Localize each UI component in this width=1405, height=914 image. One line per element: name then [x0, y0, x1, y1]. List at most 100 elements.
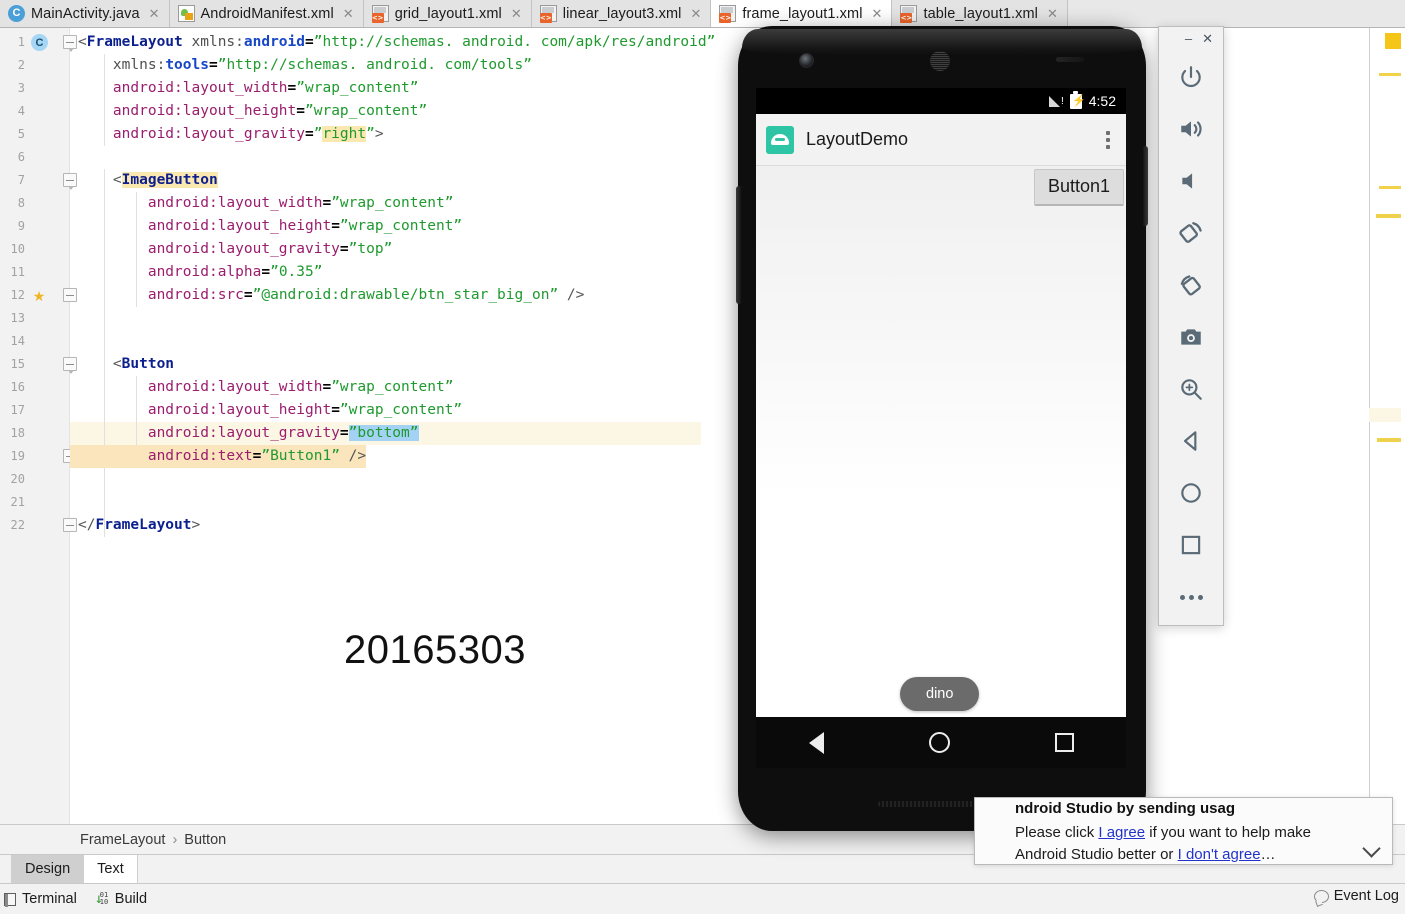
i-agree-link[interactable]: I agree	[1098, 824, 1145, 841]
home-icon[interactable]	[1159, 467, 1223, 519]
back-triangle-icon[interactable]	[808, 731, 824, 754]
marker-square[interactable]	[1385, 33, 1401, 49]
kebab-menu-icon[interactable]	[1106, 130, 1110, 149]
rotate-left-icon[interactable]	[1159, 207, 1223, 259]
volume-down-icon[interactable]	[1159, 155, 1223, 207]
recents-square-icon[interactable]	[1054, 733, 1074, 752]
class-marker-badge[interactable]: C	[31, 34, 48, 51]
minimize-icon[interactable]: –	[1185, 32, 1192, 46]
overview-icon[interactable]	[1159, 519, 1223, 571]
marker-line[interactable]	[1376, 214, 1401, 218]
zoom-icon[interactable]	[1159, 363, 1223, 415]
power-icon[interactable]	[1159, 51, 1223, 103]
button1[interactable]: Button1	[1033, 169, 1124, 206]
line-number: 5	[17, 127, 25, 141]
marker-line[interactable]	[1377, 438, 1401, 442]
line-number: 10	[10, 242, 25, 256]
line-number: 1	[17, 35, 25, 49]
mode-tab-design[interactable]: Design	[12, 855, 85, 883]
line-number: 16	[10, 380, 25, 394]
line-number: 7	[17, 173, 25, 187]
power-side-button[interactable]	[1143, 146, 1148, 226]
back-icon[interactable]	[1159, 415, 1223, 467]
emulator-screen[interactable]: ! ⚡ 4:52 LayoutDemo ★ Button1 dino	[756, 88, 1126, 768]
editor-tab-androidmanifest-xml[interactable]: AndroidManifest.xml ✕	[169, 0, 364, 27]
editor-tab-label: table_layout1.xml	[923, 5, 1038, 22]
emulator-toolbar[interactable]: – ✕	[1158, 26, 1224, 626]
close-icon[interactable]: ✕	[690, 6, 701, 22]
notification-body: Please click I agree if you want to help…	[1015, 822, 1346, 866]
terminal-label: Terminal	[22, 891, 77, 907]
terminal-icon	[4, 892, 16, 907]
event-log-label: Event Log	[1333, 888, 1399, 904]
resource-preview-star-icon[interactable]: ★	[31, 288, 47, 304]
line-number: 22	[10, 518, 25, 532]
line-number: 19	[10, 449, 25, 463]
editor-tab-label: AndroidManifest.xml	[200, 5, 334, 22]
chevron-down-icon[interactable]	[1365, 842, 1382, 852]
speech-bubble-icon	[1313, 889, 1329, 903]
editor-tab-label: frame_layout1.xml	[742, 5, 863, 22]
battery-charging-icon: ⚡	[1069, 91, 1086, 109]
editor-gutter[interactable]: 1 2 3 4 5 6 7 8 9 10 11 12 13 14 15 16 17 18 19 20 21 22 C ★	[0, 28, 77, 824]
line-number: 9	[17, 219, 25, 233]
xml-layout-icon	[900, 5, 918, 23]
manifest-icon	[177, 5, 195, 22]
editor-tab-grid-layout1-xml[interactable]: grid_layout1.xml ✕	[363, 0, 532, 27]
line-number: 13	[10, 311, 25, 325]
editor-tab-frame-layout1-xml[interactable]: frame_layout1.xml ✕	[711, 0, 893, 27]
close-icon[interactable]: ✕	[872, 6, 883, 22]
close-icon[interactable]: ✕	[343, 6, 354, 22]
line-number: 18	[10, 426, 25, 440]
notification-body-prefix: Please click	[1015, 824, 1099, 841]
app-title: LayoutDemo	[806, 129, 909, 149]
marker-line[interactable]	[1379, 186, 1401, 189]
breadcrumb-item-framelayout[interactable]: FrameLayout	[80, 832, 165, 848]
editor-tab-linear-layout3-xml[interactable]: linear_layout3.xml ✕	[531, 0, 712, 27]
close-icon[interactable]: ✕	[149, 6, 160, 22]
line-number: 4	[17, 104, 25, 118]
line-number: 17	[10, 403, 25, 417]
notification-balloon[interactable]: ndroid Studio by sending usag Please cli…	[974, 797, 1393, 865]
statusbar-event-log-button[interactable]: Event Log	[1313, 888, 1399, 904]
android-emulator-window[interactable]: ! ⚡ 4:52 LayoutDemo ★ Button1 dino	[736, 26, 1148, 831]
volume-up-icon[interactable]	[1159, 103, 1223, 155]
i-dont-agree-link[interactable]: I don't agree	[1178, 846, 1261, 863]
marker-current-line	[1369, 408, 1401, 422]
close-icon[interactable]: ✕	[511, 6, 522, 22]
statusbar-terminal-button[interactable]: Terminal	[4, 891, 77, 907]
line-number: 2	[17, 58, 25, 72]
front-camera-icon	[800, 54, 813, 67]
volume-rocker-button[interactable]	[736, 186, 741, 304]
close-icon[interactable]: ✕	[1202, 32, 1213, 46]
editor-marker-strip[interactable]	[1369, 28, 1405, 824]
notification-body-suffix: …	[1260, 846, 1276, 863]
home-circle-icon[interactable]	[928, 732, 950, 753]
emulator-window-controls[interactable]: – ✕	[1159, 27, 1223, 51]
android-app-icon	[766, 125, 794, 154]
more-icon[interactable]	[1159, 571, 1223, 623]
app-action-bar: LayoutDemo	[756, 114, 1126, 166]
build-icon: ↓ 01 10	[94, 891, 109, 907]
editor-tab-mainactivity-java[interactable]: C MainActivity.java ✕	[0, 0, 170, 27]
java-class-icon: C	[8, 5, 25, 22]
marker-line[interactable]	[1379, 73, 1401, 76]
screenshot-camera-icon[interactable]	[1159, 311, 1223, 363]
signal-warning-icon: !	[1048, 95, 1064, 107]
xml-layout-icon	[371, 5, 389, 23]
android-navigation-bar[interactable]	[756, 717, 1126, 768]
line-number: 6	[17, 150, 25, 164]
modebar-spacer	[0, 855, 12, 883]
mode-tab-text[interactable]: Text	[84, 855, 138, 883]
breadcrumb-item-button[interactable]: Button	[184, 832, 226, 848]
app-content-frame-layout: ★ Button1 dino	[756, 166, 1126, 717]
rotate-right-icon[interactable]	[1159, 259, 1223, 311]
line-number: 3	[17, 81, 25, 95]
line-number: 11	[10, 265, 25, 279]
editor-tab-bar: CMainActivity.java✕AndroidManifest.xml✕g…	[0, 0, 1405, 28]
close-icon[interactable]: ✕	[1047, 6, 1058, 22]
editor-tab-table-layout1-xml[interactable]: table_layout1.xml ✕	[892, 0, 1068, 27]
statusbar-build-button[interactable]: ↓ 01 10 Build	[95, 891, 147, 907]
line-number: 12	[10, 288, 25, 302]
status-bar: Terminal ↓ 01 10 Build	[0, 884, 1405, 914]
